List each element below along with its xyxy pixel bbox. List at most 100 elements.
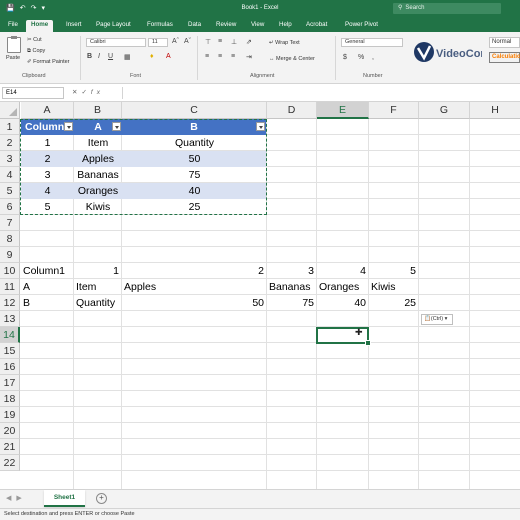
prev-sheet-icon[interactable]: ◀ bbox=[6, 495, 16, 502]
row-header-8[interactable]: 8 bbox=[0, 231, 20, 247]
row-header-4[interactable]: 4 bbox=[0, 167, 20, 183]
style-normal[interactable]: Normal bbox=[489, 37, 520, 48]
paste-icon[interactable] bbox=[7, 36, 21, 53]
enter-icon[interactable]: ✓ bbox=[81, 89, 90, 96]
tab-view[interactable]: View bbox=[251, 20, 264, 32]
italic-icon[interactable]: I bbox=[98, 53, 100, 60]
row-header-16[interactable]: 16 bbox=[0, 359, 20, 375]
align-middle-icon[interactable]: ≡ bbox=[218, 38, 222, 45]
sheet-tab-sheet1[interactable]: Sheet1 bbox=[44, 490, 85, 507]
row-header-10[interactable]: 10 bbox=[0, 263, 20, 279]
merge-center-button[interactable]: ↔ Merge & Center bbox=[269, 56, 315, 62]
pasted-cell[interactable]: Kiwis bbox=[369, 279, 419, 295]
search-box[interactable]: ⚲ Search bbox=[393, 3, 501, 14]
tab-help[interactable]: Help bbox=[279, 20, 292, 32]
pasted-cell[interactable]: 1 bbox=[74, 263, 122, 279]
tab-data[interactable]: Data bbox=[188, 20, 201, 32]
align-bottom-icon[interactable]: ⊥ bbox=[231, 38, 237, 46]
tab-review[interactable]: Review bbox=[216, 20, 236, 32]
align-top-icon[interactable]: ⊤ bbox=[205, 38, 211, 46]
formula-input[interactable] bbox=[122, 87, 518, 99]
number-format-select[interactable]: General bbox=[341, 38, 403, 47]
pasted-cell[interactable]: Quantity bbox=[74, 295, 122, 311]
next-sheet-icon[interactable]: ▶ bbox=[16, 495, 26, 502]
pasted-cell[interactable]: Oranges bbox=[317, 279, 369, 295]
row-header-7[interactable]: 7 bbox=[0, 215, 20, 231]
column-header-a[interactable]: A bbox=[21, 102, 74, 119]
column-header-c[interactable]: C bbox=[122, 102, 267, 119]
pasted-cell[interactable]: 75 bbox=[267, 295, 317, 311]
row-header-22[interactable]: 22 bbox=[0, 455, 20, 471]
pasted-cell[interactable]: 3 bbox=[267, 263, 317, 279]
tab-page-layout[interactable]: Page Layout bbox=[96, 20, 131, 32]
column-header-b[interactable]: B bbox=[74, 102, 122, 119]
pasted-cell[interactable]: 5 bbox=[369, 263, 419, 279]
pasted-cell[interactable]: Apples bbox=[122, 279, 267, 295]
tab-insert[interactable]: Insert bbox=[66, 20, 81, 32]
name-box[interactable]: E14 bbox=[2, 87, 64, 99]
column-header-f[interactable]: F bbox=[369, 102, 419, 119]
align-left-icon[interactable]: ≡ bbox=[205, 53, 209, 60]
row-header-13[interactable]: 13 bbox=[0, 311, 20, 327]
tab-power-pivot[interactable]: Power Pivot bbox=[345, 20, 378, 32]
paste-options-button[interactable]: 📋(Ctrl) ▾ bbox=[421, 314, 453, 325]
tab-acrobat[interactable]: Acrobat bbox=[306, 20, 327, 32]
row-header-6[interactable]: 6 bbox=[0, 199, 20, 215]
align-right-icon[interactable]: ≡ bbox=[231, 53, 235, 60]
pasted-cell[interactable]: Column1 bbox=[21, 263, 74, 279]
pasted-cell[interactable]: A bbox=[21, 279, 74, 295]
wrap-text-button[interactable]: ↵ Wrap Text bbox=[269, 40, 300, 46]
select-all-button[interactable] bbox=[0, 102, 20, 119]
currency-icon[interactable]: $ bbox=[343, 54, 347, 61]
indent-icon[interactable]: ⇥ bbox=[246, 53, 252, 61]
row-header-1[interactable]: 1 bbox=[0, 119, 20, 135]
orientation-icon[interactable]: ⇗ bbox=[246, 38, 252, 46]
tab-home[interactable]: Home bbox=[26, 20, 54, 32]
align-center-icon[interactable]: ≡ bbox=[218, 53, 222, 60]
column-header-g[interactable]: G bbox=[419, 102, 470, 119]
pasted-cell[interactable]: 4 bbox=[317, 263, 369, 279]
row-header-9[interactable]: 9 bbox=[0, 247, 20, 263]
format-painter-button[interactable]: ✐ Format Painter bbox=[27, 59, 70, 65]
row-header-15[interactable]: 15 bbox=[0, 343, 20, 359]
grow-font-icon[interactable]: Aˆ bbox=[172, 38, 179, 45]
row-header-3[interactable]: 3 bbox=[0, 151, 20, 167]
column-header-e[interactable]: E bbox=[317, 102, 369, 119]
row-header-20[interactable]: 20 bbox=[0, 423, 20, 439]
font-size-select[interactable]: 11 bbox=[148, 38, 168, 47]
row-header-21[interactable]: 21 bbox=[0, 439, 20, 455]
row-header-14[interactable]: 14 bbox=[0, 327, 20, 343]
tab-file[interactable]: File bbox=[8, 20, 18, 32]
row-header-18[interactable]: 18 bbox=[0, 391, 20, 407]
column-header-h[interactable]: H bbox=[470, 102, 520, 119]
pasted-cell[interactable]: 50 bbox=[122, 295, 267, 311]
add-sheet-icon[interactable]: + bbox=[96, 493, 107, 504]
borders-icon[interactable]: ▦ bbox=[124, 53, 131, 61]
comma-icon[interactable]: , bbox=[372, 54, 374, 61]
pasted-cell[interactable]: 40 bbox=[317, 295, 369, 311]
percent-icon[interactable]: % bbox=[358, 54, 364, 61]
paste-button[interactable]: Paste bbox=[6, 55, 20, 61]
copy-button[interactable]: ⧉ Copy bbox=[27, 48, 45, 55]
cut-button[interactable]: ✂ Cut bbox=[27, 37, 42, 43]
style-calculation[interactable]: Calculation bbox=[489, 52, 520, 63]
fx-icon[interactable]: fx bbox=[91, 89, 104, 96]
pasted-cell[interactable]: B bbox=[21, 295, 74, 311]
row-header-11[interactable]: 11 bbox=[0, 279, 20, 295]
shrink-font-icon[interactable]: Aˇ bbox=[184, 38, 191, 45]
column-header-d[interactable]: D bbox=[267, 102, 317, 119]
fill-color-icon[interactable]: ♦ bbox=[150, 53, 154, 60]
row-header-17[interactable]: 17 bbox=[0, 375, 20, 391]
pasted-cell[interactable]: 25 bbox=[369, 295, 419, 311]
row-header-2[interactable]: 2 bbox=[0, 135, 20, 151]
bold-icon[interactable]: B bbox=[87, 53, 92, 60]
font-name-select[interactable]: Calibri bbox=[86, 38, 146, 47]
row-header-19[interactable]: 19 bbox=[0, 407, 20, 423]
row-header-5[interactable]: 5 bbox=[0, 183, 20, 199]
font-color-icon[interactable]: A bbox=[166, 53, 171, 60]
pasted-cell[interactable]: Bananas bbox=[267, 279, 317, 295]
row-header-12[interactable]: 12 bbox=[0, 295, 20, 311]
tab-formulas[interactable]: Formulas bbox=[147, 20, 173, 32]
underline-icon[interactable]: U bbox=[108, 53, 113, 60]
pasted-cell[interactable]: 2 bbox=[122, 263, 267, 279]
